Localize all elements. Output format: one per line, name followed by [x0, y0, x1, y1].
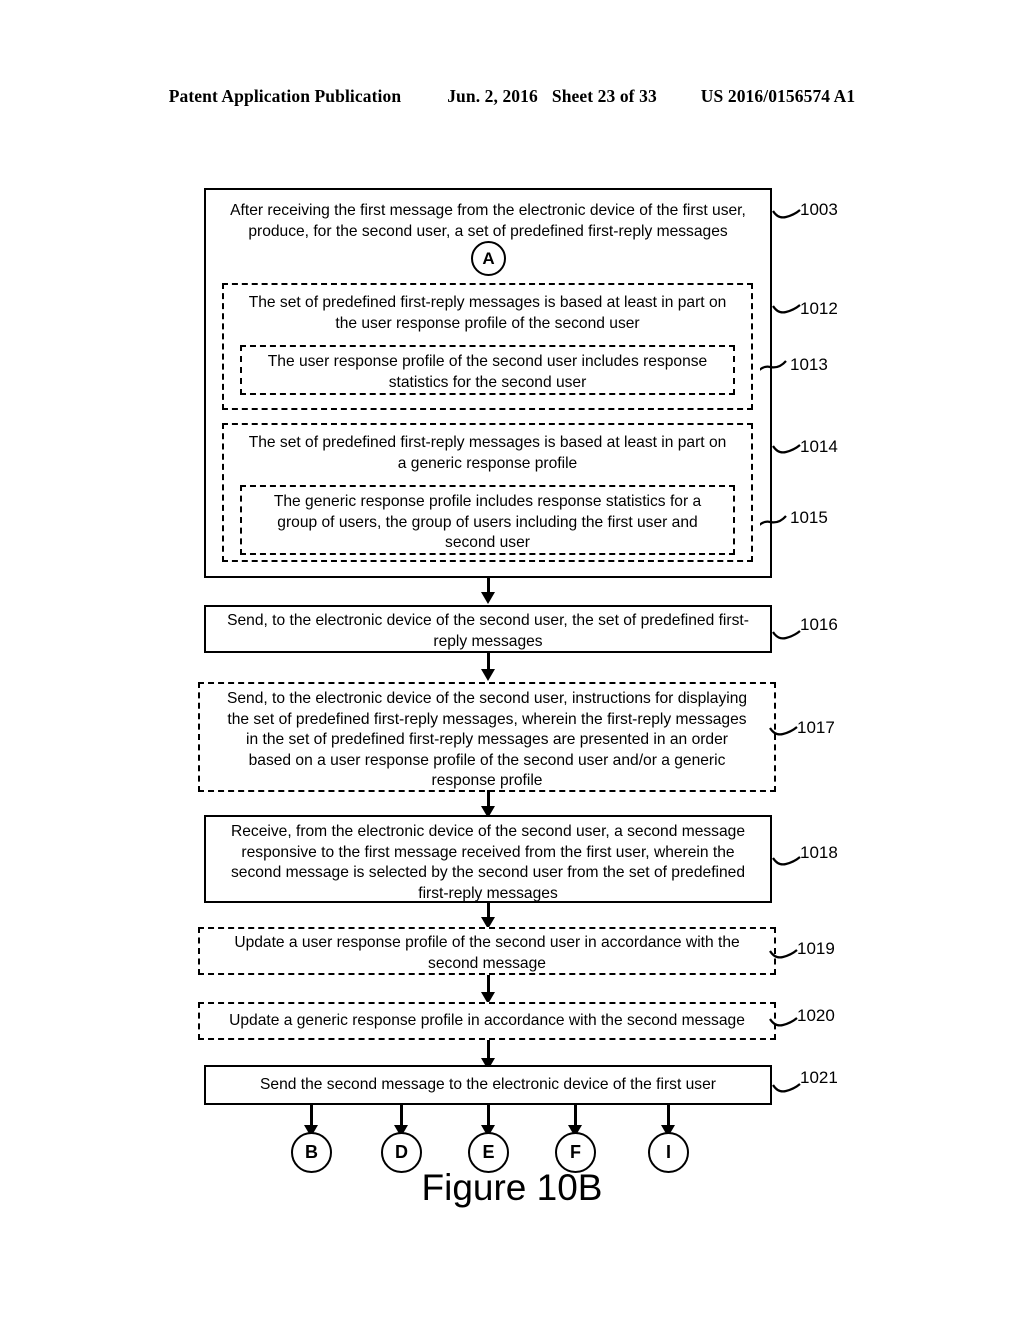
reference-numeral-1020: 1020: [797, 1006, 835, 1025]
figure-10b: After receiving the first message from t…: [0, 0, 1024, 1320]
process-box-1013-text: The user response profile of the second …: [267, 353, 708, 391]
connector-tag-a-label: A: [482, 248, 495, 268]
process-box-1021-text: Send the second message to the electroni…: [260, 1076, 716, 1093]
connector-tag-e-label: E: [482, 1142, 495, 1162]
process-box-1020-text: Update a generic response profile in acc…: [229, 1012, 745, 1029]
process-box-1016-text: Send, to the electronic device of the se…: [227, 612, 749, 650]
process-box-1016: Send, to the electronic device of the se…: [204, 605, 772, 653]
process-box-1017-text: Send, to the electronic device of the se…: [226, 690, 748, 789]
process-box-1018: Receive, from the electronic device of t…: [204, 815, 772, 903]
reference-numeral-1013: 1013: [790, 355, 828, 374]
connector-tag-b-label: B: [305, 1142, 318, 1162]
reference-numeral-1012: 1012: [800, 299, 838, 318]
connector-tag-f-label: F: [570, 1142, 581, 1162]
process-box-1003-text: After receiving the first message from t…: [230, 202, 746, 240]
process-box-1019: Update a user response profile of the se…: [198, 927, 776, 975]
reference-numeral-1018: 1018: [800, 843, 838, 862]
reference-numeral-1017: 1017: [797, 718, 835, 737]
connector-tag-d-label: D: [395, 1142, 408, 1162]
reference-numeral-1016: 1016: [800, 615, 838, 634]
reference-numeral-1019: 1019: [797, 939, 835, 958]
process-box-1021: Send the second message to the electroni…: [204, 1065, 772, 1105]
process-box-1015: The generic response profile includes re…: [240, 485, 735, 555]
process-box-1017: Send, to the electronic device of the se…: [198, 682, 776, 792]
reference-numeral-1003: 1003: [800, 200, 838, 219]
process-box-1019-text: Update a user response profile of the se…: [234, 934, 740, 972]
process-box-1014-text: The set of predefined first-reply messag…: [248, 434, 727, 472]
reference-numeral-1015: 1015: [790, 508, 828, 527]
process-box-1012-text: The set of predefined first-reply messag…: [248, 294, 727, 332]
connector-tag-a: A: [471, 241, 506, 276]
process-box-1020: Update a generic response profile in acc…: [198, 1002, 776, 1040]
process-box-1015-text: The generic response profile includes re…: [273, 493, 702, 551]
figure-caption: Figure 10B: [421, 1167, 603, 1208]
reference-numeral-1021: 1021: [800, 1068, 838, 1087]
process-box-1018-text: Receive, from the electronic device of t…: [230, 823, 746, 902]
process-box-1013: The user response profile of the second …: [240, 345, 735, 395]
connector-tag-i-label: I: [665, 1142, 671, 1162]
reference-numeral-1014: 1014: [800, 437, 838, 456]
